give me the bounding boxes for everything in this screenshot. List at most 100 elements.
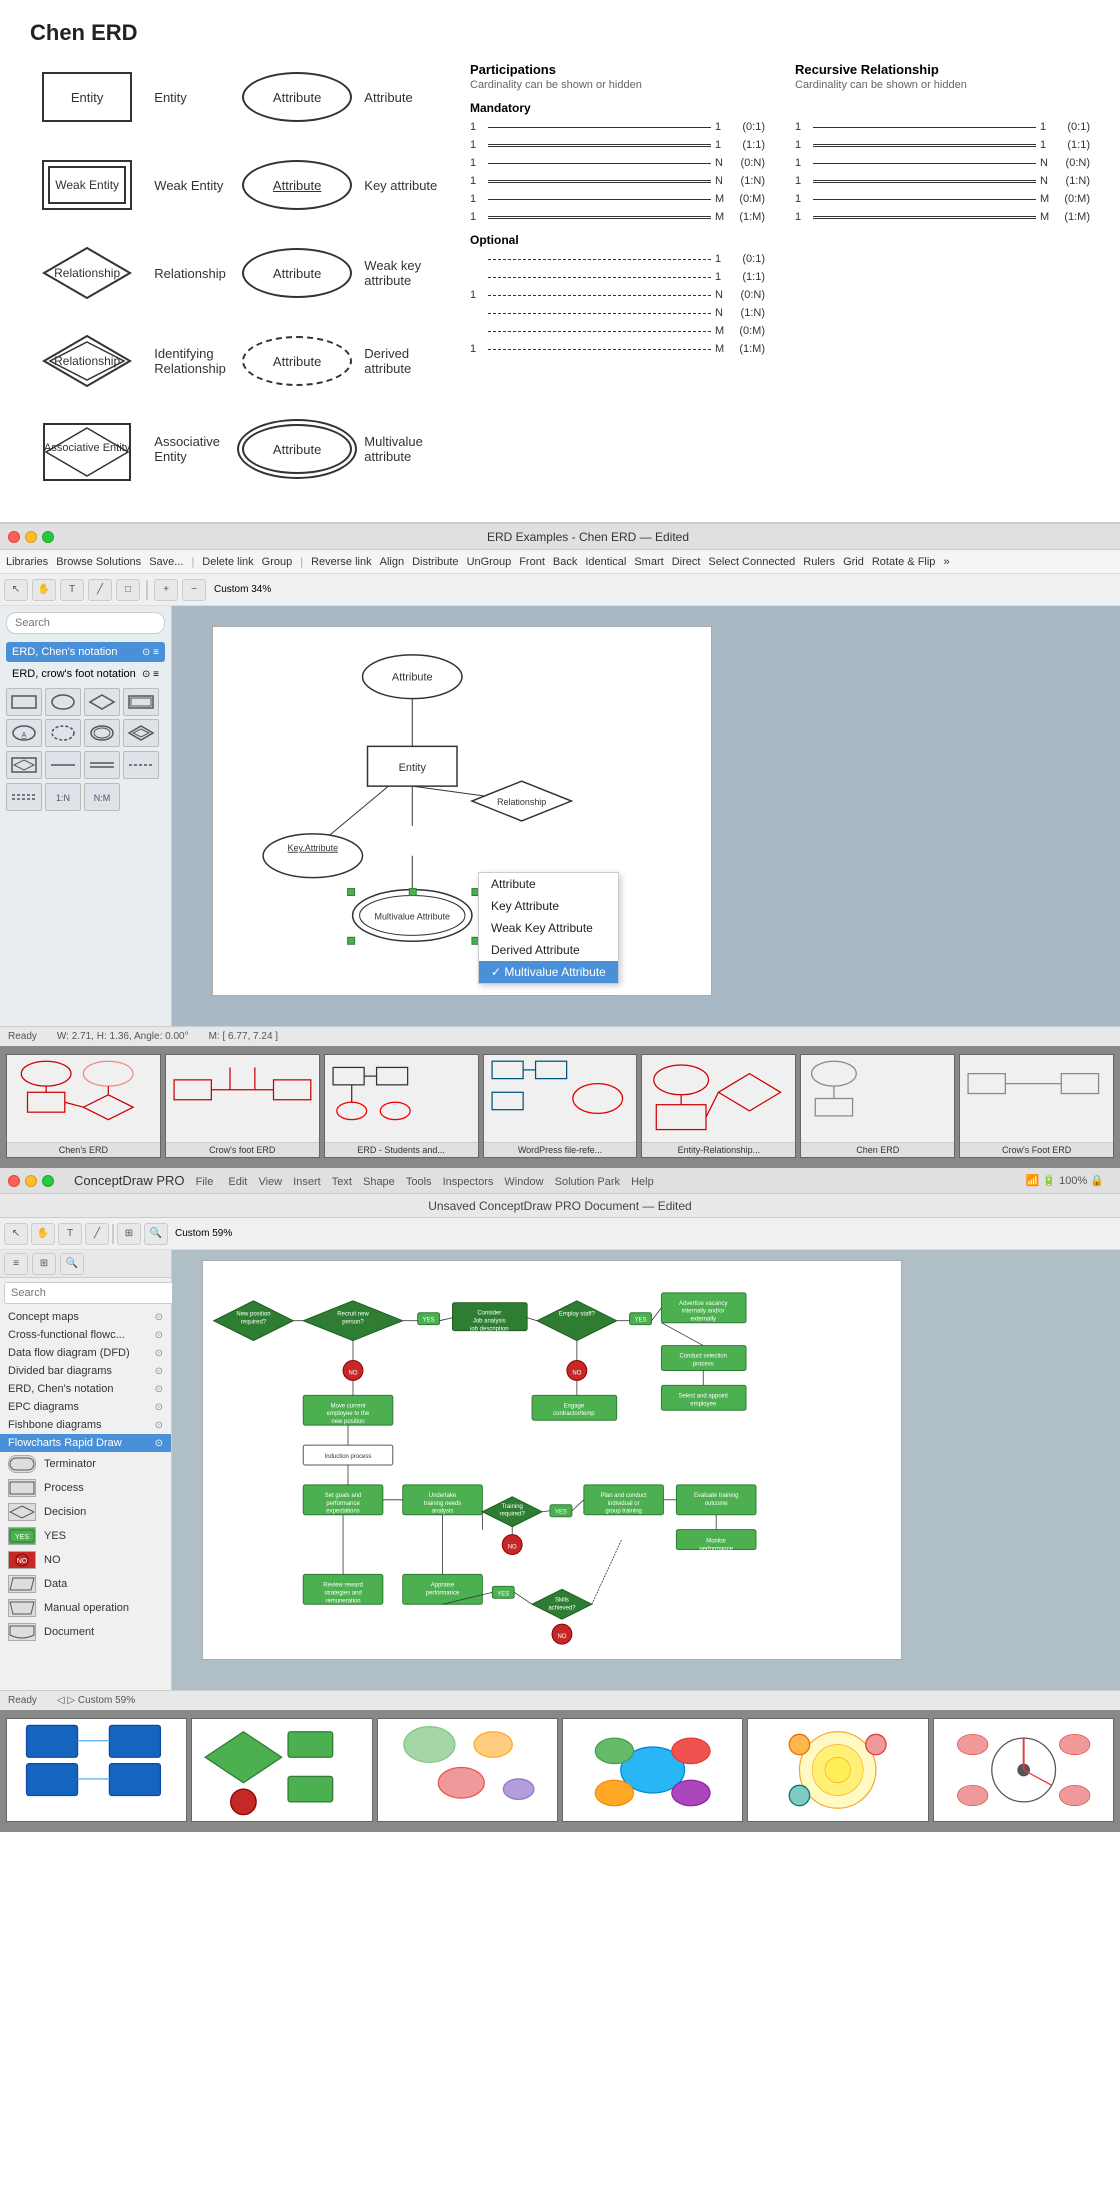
rec-mandatory-row-2: 1 1 (1:1) <box>795 139 1090 151</box>
app2-lib-dfd[interactable]: Data flow diagram (DFD) ⊙ <box>0 1344 171 1362</box>
sidebar-item-chen-notation[interactable]: ERD, Chen's notation ⊙ ≡ <box>6 642 165 662</box>
thumbnail-6[interactable]: Crow's Foot ERD <box>959 1054 1114 1158</box>
bottom-thumb-5[interactable] <box>933 1718 1114 1822</box>
thumbnail-0[interactable]: Chen's ERD <box>6 1054 161 1158</box>
menu-browse-solutions[interactable]: Browse Solutions <box>56 556 141 568</box>
sidebar-icon-8[interactable] <box>123 719 159 747</box>
app2-doc-title: Unsaved ConceptDraw PRO Document — Edite… <box>428 1199 691 1213</box>
ctx-multivalue-attribute[interactable]: ✓ Multivalue Attribute <box>479 961 618 983</box>
app2-minimize-button[interactable] <box>25 1175 37 1187</box>
app2-shape-manual-op[interactable]: Manual operation <box>0 1596 171 1620</box>
bottom-thumb-3[interactable] <box>562 1718 743 1822</box>
app2-lib-erd-chen[interactable]: ERD, Chen's notation ⊙ <box>0 1380 171 1398</box>
menu-distribute[interactable]: Distribute <box>412 556 458 568</box>
bottom-thumb-4[interactable] <box>747 1718 928 1822</box>
ctx-attribute[interactable]: Attribute <box>479 873 618 895</box>
toolbar-shape[interactable]: □ <box>116 579 140 601</box>
menu-group[interactable]: Group <box>262 556 293 568</box>
sidebar-item-crowsfoot-notation[interactable]: ERD, crow's foot notation ⊙ ≡ <box>6 664 165 684</box>
menu-ungroup[interactable]: UnGroup <box>467 556 512 568</box>
app2-tb-line[interactable]: ╱ <box>85 1223 109 1245</box>
bottom-thumb-0[interactable] <box>6 1718 187 1822</box>
sidebar-icon-2[interactable] <box>45 688 81 716</box>
app2-shape-no[interactable]: NO NO <box>0 1548 171 1572</box>
thumbnail-5[interactable]: Chen ERD <box>800 1054 955 1158</box>
close-button[interactable] <box>8 531 20 543</box>
erd-canvas-inner[interactable]: Attribute Entity Relationship Key.Attrib… <box>212 626 712 996</box>
app2-search-input[interactable] <box>4 1282 175 1304</box>
menu-delete-link[interactable]: Delete link <box>202 556 253 568</box>
maximize-button[interactable] <box>42 531 54 543</box>
app2-tb-hand[interactable]: ✋ <box>31 1223 55 1245</box>
app2-lib-divided-bar[interactable]: Divided bar diagrams ⊙ <box>0 1362 171 1380</box>
app2-lib-epc[interactable]: EPC diagrams ⊙ <box>0 1398 171 1416</box>
app2-lib-flowcharts[interactable]: Flowcharts Rapid Draw ⊙ <box>0 1434 171 1452</box>
menu-identical[interactable]: Identical <box>585 556 626 568</box>
sidebar-icon-15[interactable]: N:M <box>84 783 120 811</box>
app2-tb-zoom[interactable]: 🔍 <box>144 1223 168 1245</box>
menu-rulers[interactable]: Rulers <box>803 556 835 568</box>
menu-libraries[interactable]: Libraries <box>6 556 48 568</box>
app2-maximize-button[interactable] <box>42 1175 54 1187</box>
sidebar-icon-4[interactable] <box>123 688 159 716</box>
thumbnail-2[interactable]: ERD - Students and... <box>324 1054 479 1158</box>
sidebar-icon-12[interactable] <box>123 751 159 779</box>
erd-menubar: Libraries Browse Solutions Save... | Del… <box>0 550 1120 574</box>
app2-sb-tb-1[interactable]: ≡ <box>4 1253 28 1275</box>
toolbar-zoom-in[interactable]: + <box>154 579 178 601</box>
sidebar-icon-6[interactable] <box>45 719 81 747</box>
menu-rotate-flip[interactable]: Rotate & Flip <box>872 556 936 568</box>
app2-tb-text[interactable]: T <box>58 1223 82 1245</box>
minimize-button[interactable] <box>25 531 37 543</box>
menu-grid[interactable]: Grid <box>843 556 864 568</box>
menu-select-connected[interactable]: Select Connected <box>708 556 795 568</box>
toolbar-hand[interactable]: ✋ <box>32 579 56 601</box>
app2-shape-data[interactable]: Data <box>0 1572 171 1596</box>
app2-shape-terminator[interactable]: Terminator <box>0 1452 171 1476</box>
menu-smart[interactable]: Smart <box>634 556 663 568</box>
toolbar-text[interactable]: T <box>60 579 84 601</box>
ctx-key-attribute[interactable]: Key Attribute <box>479 895 618 917</box>
sidebar-icon-7[interactable] <box>84 719 120 747</box>
thumbnail-1[interactable]: Crow's foot ERD <box>165 1054 320 1158</box>
menu-more[interactable]: » <box>943 556 949 568</box>
app2-close-button[interactable] <box>8 1175 20 1187</box>
thumbnail-3[interactable]: WordPress file-refe... <box>483 1054 638 1158</box>
app2-sb-tb-2[interactable]: ⊞ <box>32 1253 56 1275</box>
app2-lib-fishbone[interactable]: Fishbone diagrams ⊙ <box>0 1416 171 1434</box>
menu-back[interactable]: Back <box>553 556 577 568</box>
recursive-title: Recursive Relationship <box>795 62 1090 77</box>
app2-tb-grid[interactable]: ⊞ <box>117 1223 141 1245</box>
menu-front[interactable]: Front <box>519 556 545 568</box>
bottom-thumb-1[interactable] <box>191 1718 372 1822</box>
app2-canvas-inner[interactable]: New position required? Recruit new perso… <box>202 1260 902 1660</box>
app2-shape-process[interactable]: Process <box>0 1476 171 1500</box>
app2-shape-yes[interactable]: YES YES <box>0 1524 171 1548</box>
menu-reverse-link[interactable]: Reverse link <box>311 556 372 568</box>
ctx-weak-key-attribute[interactable]: Weak Key Attribute <box>479 917 618 939</box>
app2-shape-document[interactable]: Document <box>0 1620 171 1644</box>
sidebar-icon-1[interactable] <box>6 688 42 716</box>
sidebar-icon-14[interactable]: 1:N <box>45 783 81 811</box>
bottom-thumb-2[interactable] <box>377 1718 558 1822</box>
sidebar-icon-10[interactable] <box>45 751 81 779</box>
toolbar-pointer[interactable]: ↖ <box>4 579 28 601</box>
toolbar-zoom-out[interactable]: − <box>182 579 206 601</box>
sidebar-search-input[interactable] <box>6 612 165 634</box>
sidebar-icon-9[interactable] <box>6 751 42 779</box>
menu-direct[interactable]: Direct <box>672 556 701 568</box>
ctx-derived-attribute[interactable]: Derived Attribute <box>479 939 618 961</box>
sidebar-icon-13[interactable] <box>6 783 42 811</box>
app2-lib-concept-maps[interactable]: Concept maps ⊙ <box>0 1308 171 1326</box>
menu-align[interactable]: Align <box>380 556 404 568</box>
toolbar-line[interactable]: ╱ <box>88 579 112 601</box>
sidebar-icon-3[interactable] <box>84 688 120 716</box>
app2-sb-search-btn[interactable]: 🔍 <box>60 1253 84 1275</box>
app2-tb-pointer[interactable]: ↖ <box>4 1223 28 1245</box>
menu-save[interactable]: Save... <box>149 556 183 568</box>
sidebar-icon-11[interactable] <box>84 751 120 779</box>
app2-lib-cross-functional[interactable]: Cross-functional flowc... ⊙ <box>0 1326 171 1344</box>
app2-shape-decision[interactable]: Decision <box>0 1500 171 1524</box>
sidebar-icon-5[interactable]: A <box>6 719 42 747</box>
thumbnail-4[interactable]: Entity-Relationship... <box>641 1054 796 1158</box>
